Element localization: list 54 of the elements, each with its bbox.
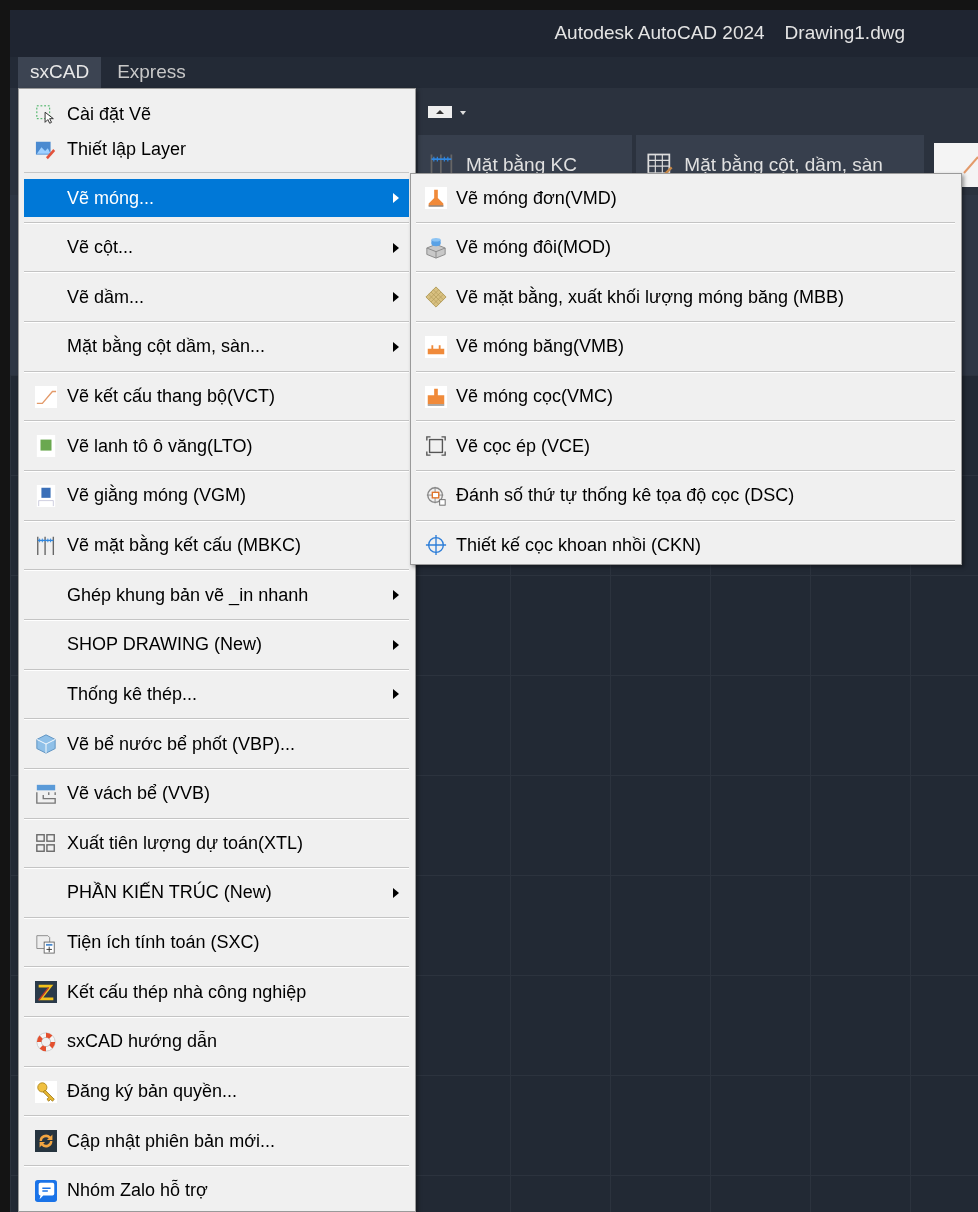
cube-icon	[425, 236, 447, 259]
menu-item[interactable]: Vẽ cọc ép (VCE)	[416, 427, 955, 466]
menu-item[interactable]: Vẽ lanh tô ô văng(LTO)	[24, 427, 409, 466]
beam-section-icon	[34, 484, 57, 507]
menu-item[interactable]: Vẽ kết cấu thang bộ(VCT)	[24, 377, 409, 416]
circle-target-icon	[425, 484, 447, 507]
menu-item[interactable]: Ghép khung bản vẽ _in nhanh	[24, 576, 409, 615]
menu-item[interactable]: Cập nhật phiên bản mới...	[24, 1122, 409, 1161]
frame-corners-icon	[425, 435, 447, 458]
strip-footing-icon	[425, 335, 447, 358]
menu-item[interactable]: Vẽ cột...	[24, 228, 409, 267]
menu-bar-item[interactable]: Express	[105, 57, 198, 88]
menu-item[interactable]: Vẽ móng cọc(VMC)	[416, 377, 955, 416]
menu-item[interactable]: Đánh số thứ tự thống kê tọa độ cọc (DSC)	[416, 476, 955, 515]
menu-item[interactable]: Thiết kế cọc khoan nhồi (CKN)	[416, 526, 955, 565]
menu-item[interactable]: Xuất tiên lượng dự toán(XTL)	[24, 824, 409, 863]
menu-item[interactable]: Nhóm Zalo hỗ trợ	[24, 1171, 409, 1210]
grid-icon	[34, 832, 57, 855]
menu-bar-item[interactable]: sxCAD	[18, 57, 102, 88]
file-name: Drawing1.dwg	[784, 21, 905, 46]
crosshair-icon	[425, 534, 447, 557]
z-logo-icon	[34, 981, 57, 1004]
menu-item[interactable]: Cài đặt Vẽ	[24, 97, 409, 132]
menu-item[interactable]: Vẽ mặt bằng kết cấu (MBKC)	[24, 526, 409, 565]
menu-item[interactable]: Vẽ móng băng(VMB)	[416, 327, 955, 366]
menu-item[interactable]: Thiết lập Layer	[24, 132, 409, 167]
chat-app-icon	[34, 1179, 57, 1202]
menu-item[interactable]: PHẦN KIẾN TRÚC (New)	[24, 873, 409, 912]
lifebuoy-icon	[34, 1030, 57, 1053]
key-icon	[34, 1080, 57, 1103]
menu-item[interactable]: Vẽ mặt bằng, xuất khối lượng móng băng (MBB)	[416, 278, 955, 317]
menu-item[interactable]: Tiện ích tính toán (SXC)	[24, 923, 409, 962]
select-icon	[34, 103, 57, 126]
menu-item[interactable]: Vẽ giằng móng (VGM)	[24, 476, 409, 515]
menu-item[interactable]: Vẽ móng...	[24, 179, 409, 217]
menu-item[interactable]: Vẽ móng đôi(MOD)	[416, 228, 955, 267]
lintel-icon	[34, 435, 57, 458]
dimension-icon	[34, 534, 57, 557]
pile-cap-icon	[425, 385, 447, 408]
menu-item[interactable]: Kết cấu thép nhà công nghiệp	[24, 973, 409, 1012]
menu-item[interactable]: Vẽ dầm...	[24, 278, 409, 317]
refresh-icon	[34, 1130, 57, 1153]
menu-item[interactable]: Thống kê thép...	[24, 675, 409, 714]
wall-layout-icon	[34, 782, 57, 805]
diamond-icon	[425, 286, 447, 309]
menu-item[interactable]: Vẽ vách bể (VVB)	[24, 774, 409, 813]
menu-item[interactable]: Mặt bằng cột dầm, sàn...	[24, 327, 409, 366]
app-title: Autodesk AutoCAD 2024	[554, 21, 765, 46]
footing-icon	[425, 187, 447, 209]
menu-item[interactable]: sxCAD hướng dẫn	[24, 1022, 409, 1061]
box-icon	[34, 733, 57, 756]
menu-item[interactable]: Đăng ký bản quyền...	[24, 1072, 409, 1111]
menu-item[interactable]: Vẽ bể nước bể phốt (VBP)...	[24, 725, 409, 764]
menu-item[interactable]: SHOP DRAWING (New)	[24, 625, 409, 664]
